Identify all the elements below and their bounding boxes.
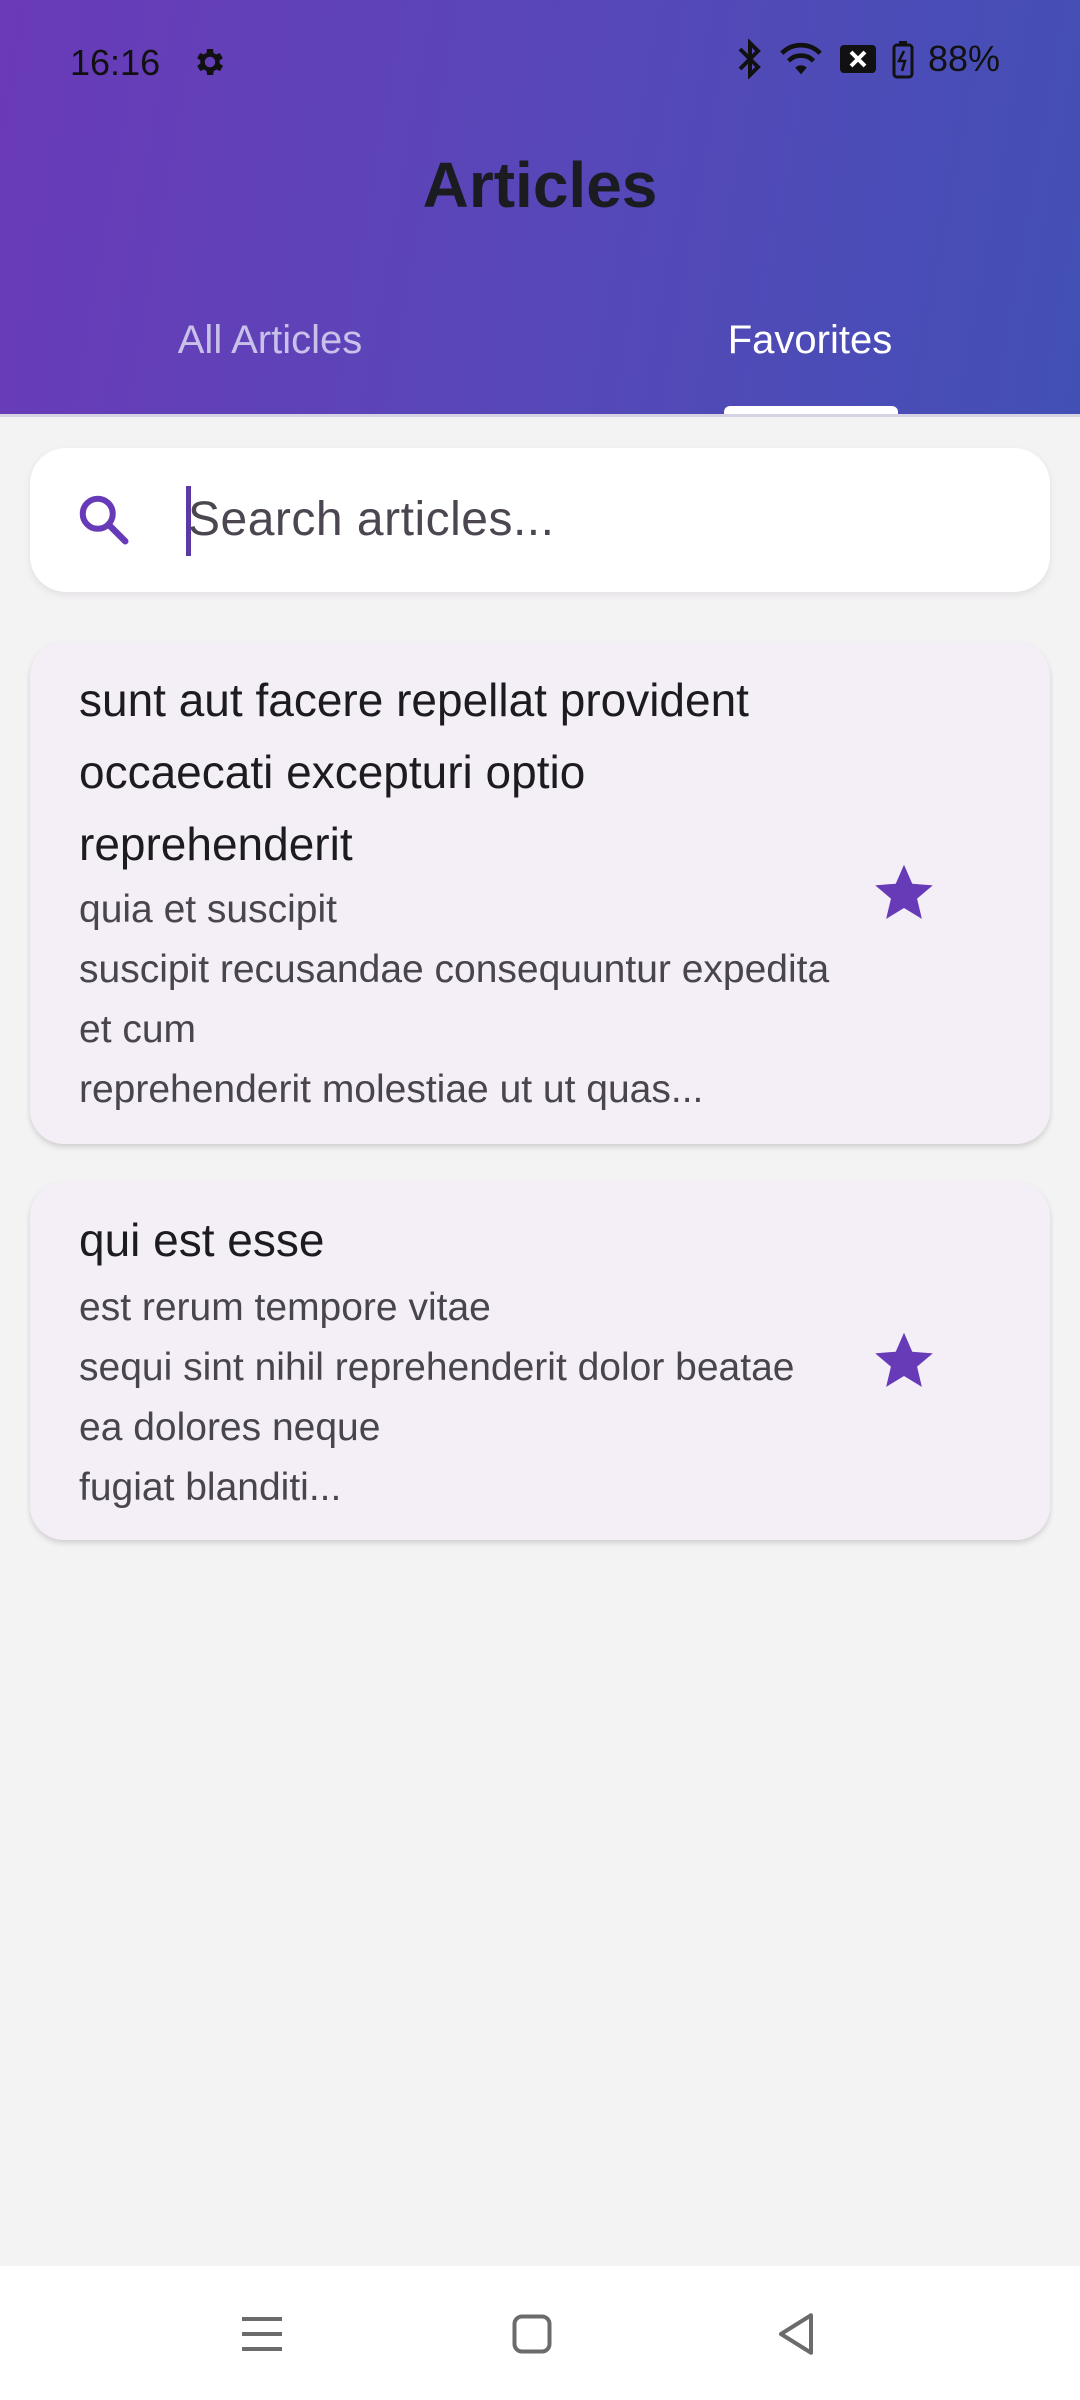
app-screen: 16:16 88% Articles All Articles Favorite… bbox=[0, 0, 1080, 2400]
bluetooth-icon bbox=[738, 39, 761, 79]
article-body: quia et suscipit suscipit recusandae con… bbox=[79, 888, 830, 1111]
search-input[interactable]: Search articles... bbox=[188, 492, 554, 547]
favorite-star-icon[interactable] bbox=[872, 1328, 936, 1392]
status-icons: 88% bbox=[736, 38, 1000, 80]
article-card[interactable]: qui est esse est rerum tempore vitae seq… bbox=[30, 1182, 1050, 1540]
header-divider bbox=[0, 414, 1080, 417]
back-icon[interactable] bbox=[766, 2304, 826, 2364]
app-header: 16:16 88% Articles All Articles Favorite… bbox=[0, 0, 1080, 417]
status-bar: 16:16 88% bbox=[0, 0, 1080, 126]
tab-bar: All Articles Favorites bbox=[0, 300, 1080, 416]
favorite-star-icon[interactable] bbox=[872, 860, 936, 924]
battery-percentage: 88% bbox=[927, 38, 1000, 79]
system-nav-bar bbox=[0, 2266, 1080, 2400]
search-bar[interactable]: Search articles... bbox=[30, 448, 1050, 592]
gear-icon bbox=[197, 48, 224, 76]
tab-favorites[interactable]: Favorites bbox=[540, 318, 1080, 363]
tab-all-articles[interactable]: All Articles bbox=[0, 318, 540, 363]
article-title: qui est esse bbox=[79, 1214, 325, 1266]
wifi-icon bbox=[780, 42, 822, 75]
sim-off-icon bbox=[839, 45, 876, 73]
menu-icon[interactable] bbox=[232, 2304, 292, 2364]
page-title: Articles bbox=[422, 149, 658, 221]
battery-icon bbox=[892, 41, 914, 79]
home-icon[interactable] bbox=[502, 2304, 562, 2364]
status-time: 16:16 bbox=[70, 42, 161, 83]
article-card[interactable]: sunt aut facere repellat provident occae… bbox=[30, 642, 1050, 1144]
article-title: sunt aut facere repellat provident occae… bbox=[79, 674, 749, 870]
search-icon bbox=[79, 495, 129, 545]
article-body: est rerum tempore vitae sequi sint nihil… bbox=[79, 1286, 795, 1509]
